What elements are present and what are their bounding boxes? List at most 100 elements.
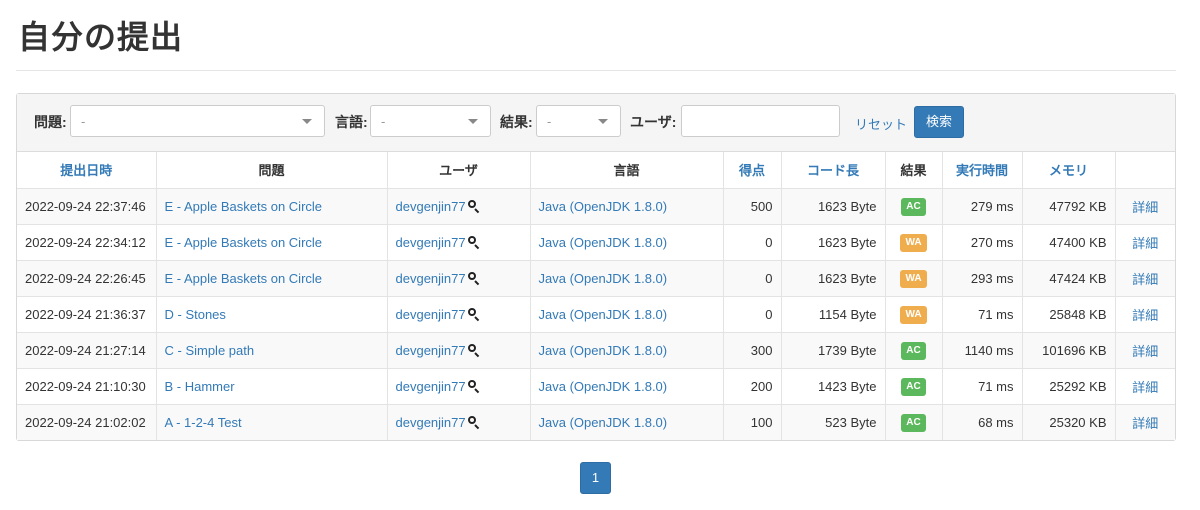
cell-code-length: 1154 Byte — [781, 296, 886, 333]
cell-submit-time: 2022-09-24 21:27:14 — [17, 332, 157, 369]
language-link[interactable]: Java (OpenJDK 1.8.0) — [530, 368, 724, 405]
cell-code-length: 1739 Byte — [781, 332, 886, 369]
pagination-page-1[interactable]: 1 — [580, 462, 611, 494]
column-header-submit-time[interactable]: 提出日時 — [17, 152, 157, 189]
cell-score: 0 — [723, 260, 782, 297]
detail-link[interactable]: 詳細 — [1115, 332, 1175, 369]
language-link[interactable]: Java (OpenJDK 1.8.0) — [530, 332, 724, 369]
column-header-user: ユーザ — [387, 152, 531, 189]
problem-link[interactable]: E - Apple Baskets on Circle — [156, 260, 388, 297]
chevron-down-icon — [302, 119, 312, 124]
cell-exec-time: 71 ms — [942, 368, 1023, 405]
status-badge: AC — [901, 197, 926, 216]
cell-result: AC — [885, 188, 943, 225]
table-row: 2022-09-24 21:27:14 C - Simple path devgen… — [17, 332, 1175, 369]
search-icon[interactable] — [467, 307, 480, 321]
detail-link[interactable]: 詳細 — [1115, 404, 1175, 440]
cell-score: 500 — [723, 188, 782, 225]
cell-user: devgenjin77 — [387, 368, 531, 405]
cell-user: devgenjin77 — [387, 404, 531, 440]
cell-submit-time: 2022-09-24 21:10:30 — [17, 368, 157, 405]
cell-result: WA — [885, 260, 943, 297]
cell-result: AC — [885, 332, 943, 369]
cell-memory: 47424 KB — [1022, 260, 1116, 297]
cell-result: WA — [885, 224, 943, 261]
column-header-exec-time[interactable]: 実行時間 — [942, 152, 1023, 189]
language-filter-select[interactable]: - — [370, 105, 491, 137]
detail-link[interactable]: 詳細 — [1115, 260, 1175, 297]
search-icon[interactable] — [467, 379, 480, 393]
status-badge: AC — [901, 413, 926, 432]
column-header-score[interactable]: 得点 — [723, 152, 782, 189]
column-header-memory[interactable]: メモリ — [1022, 152, 1116, 189]
cell-score: 100 — [723, 404, 782, 440]
language-link[interactable]: Java (OpenJDK 1.8.0) — [530, 404, 724, 440]
problem-link[interactable]: E - Apple Baskets on Circle — [156, 188, 388, 225]
cell-exec-time: 1140 ms — [942, 332, 1023, 369]
table-row: 2022-09-24 21:36:37 D - Stones devgenjin77… — [17, 296, 1175, 333]
table-row: 2022-09-24 22:26:45 E - Apple Baskets on … — [17, 260, 1175, 297]
title-divider — [16, 70, 1176, 71]
cell-user: devgenjin77 — [387, 260, 531, 297]
language-link[interactable]: Java (OpenJDK 1.8.0) — [530, 224, 724, 261]
cell-result: WA — [885, 296, 943, 333]
detail-link[interactable]: 詳細 — [1115, 188, 1175, 225]
cell-exec-time: 293 ms — [942, 260, 1023, 297]
problem-link[interactable]: C - Simple path — [156, 332, 388, 369]
cell-submit-time: 2022-09-24 21:02:02 — [17, 404, 157, 440]
user-filter-input[interactable] — [681, 105, 840, 137]
user-link[interactable]: devgenjin77 — [396, 379, 466, 394]
cell-memory: 25292 KB — [1022, 368, 1116, 405]
detail-link[interactable]: 詳細 — [1115, 368, 1175, 405]
cell-submit-time: 2022-09-24 22:34:12 — [17, 224, 157, 261]
language-link[interactable]: Java (OpenJDK 1.8.0) — [530, 260, 724, 297]
problem-link[interactable]: B - Hammer — [156, 368, 388, 405]
user-link[interactable]: devgenjin77 — [396, 415, 466, 430]
cell-memory: 47400 KB — [1022, 224, 1116, 261]
table-row: 2022-09-24 22:37:46 E - Apple Baskets on … — [17, 188, 1175, 225]
search-icon[interactable] — [467, 343, 480, 357]
problem-link[interactable]: E - Apple Baskets on Circle — [156, 224, 388, 261]
submissions-table: 提出日時 問題 ユーザ 言語 得点 コード長 結果 実行時間 メモリ 2022-… — [17, 152, 1175, 440]
status-badge: AC — [901, 341, 926, 360]
table-row: 2022-09-24 21:02:02 A - 1-2-4 Test devgenj… — [17, 404, 1175, 440]
cell-memory: 25320 KB — [1022, 404, 1116, 440]
problem-filter-select[interactable]: - — [70, 105, 325, 137]
cell-user: devgenjin77 — [387, 224, 531, 261]
cell-user: devgenjin77 — [387, 332, 531, 369]
result-filter-label: 結果: — [500, 114, 533, 130]
language-link[interactable]: Java (OpenJDK 1.8.0) — [530, 296, 724, 333]
search-button[interactable]: 検索 — [914, 106, 964, 138]
user-link[interactable]: devgenjin77 — [396, 271, 466, 286]
detail-link[interactable]: 詳細 — [1115, 296, 1175, 333]
problem-link[interactable]: A - 1-2-4 Test — [156, 404, 388, 440]
column-header-detail — [1115, 152, 1175, 189]
cell-memory: 25848 KB — [1022, 296, 1116, 333]
column-header-language: 言語 — [530, 152, 724, 189]
user-link[interactable]: devgenjin77 — [396, 199, 466, 214]
user-link[interactable]: devgenjin77 — [396, 307, 466, 322]
problem-link[interactable]: D - Stones — [156, 296, 388, 333]
status-badge: WA — [900, 305, 927, 324]
language-link[interactable]: Java (OpenJDK 1.8.0) — [530, 188, 724, 225]
submissions-panel: 問題: - 言語: - 結果: - ユーザ: リセット 検索 提出日時 問題 ユ… — [16, 93, 1176, 441]
search-icon[interactable] — [467, 235, 480, 249]
detail-link[interactable]: 詳細 — [1115, 224, 1175, 261]
user-link[interactable]: devgenjin77 — [396, 343, 466, 358]
cell-submit-time: 2022-09-24 22:37:46 — [17, 188, 157, 225]
search-icon[interactable] — [467, 271, 480, 285]
page-title: 自分の提出 — [18, 18, 184, 56]
user-link[interactable]: devgenjin77 — [396, 235, 466, 250]
column-header-problem: 問題 — [156, 152, 388, 189]
chevron-down-icon — [468, 119, 478, 124]
search-icon[interactable] — [467, 415, 480, 429]
cell-result: AC — [885, 368, 943, 405]
search-icon[interactable] — [467, 199, 480, 213]
column-header-code-length[interactable]: コード長 — [781, 152, 886, 189]
cell-code-length: 1423 Byte — [781, 368, 886, 405]
cell-score: 300 — [723, 332, 782, 369]
table-row: 2022-09-24 22:34:12 E - Apple Baskets on … — [17, 224, 1175, 261]
problem-filter-value: - — [81, 114, 86, 129]
result-filter-select[interactable]: - — [536, 105, 621, 137]
reset-link[interactable]: リセット — [855, 114, 907, 133]
